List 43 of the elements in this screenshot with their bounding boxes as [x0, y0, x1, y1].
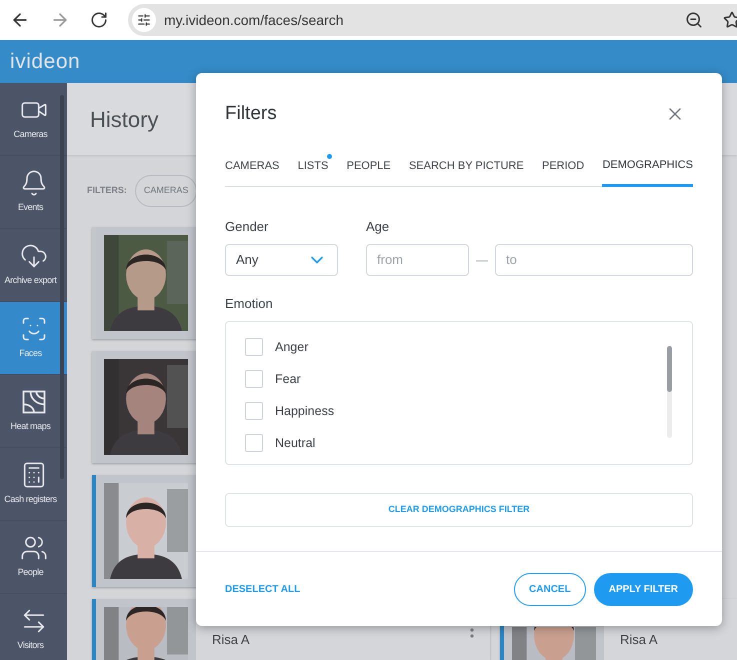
sidebar-label: Cameras [14, 128, 48, 142]
dialog-title: Filters [225, 102, 277, 126]
map-icon [20, 388, 48, 416]
url-text: my.ivideon.com/faces/search [164, 10, 344, 30]
gender-label: Gender [225, 218, 270, 236]
sidebar-label: Faces [19, 347, 43, 360]
option-label: Anger [275, 338, 308, 356]
filter-tab[interactable]: PEOPLE [346, 157, 391, 187]
sidebar-label: Visitors [17, 639, 45, 652]
option-label: Neutral [275, 434, 316, 452]
age-from-field[interactable]: from [366, 244, 469, 276]
address-bar[interactable]: my.ivideon.com/faces/search [128, 4, 737, 36]
sidebar-label: Cash registers [4, 493, 58, 506]
sidebar-label: Heat maps [10, 420, 52, 434]
more-icon[interactable] [470, 628, 474, 640]
option-label: Happiness [275, 402, 334, 420]
range-separator: — [476, 252, 488, 268]
page-title: History [90, 106, 158, 134]
checkbox[interactable] [245, 370, 263, 388]
sidebar-label: Events [18, 201, 44, 214]
zoom-icon[interactable] [685, 11, 703, 29]
filter-tab[interactable]: LISTS [298, 157, 328, 187]
filter-tab[interactable]: PERIOD [542, 157, 584, 187]
bookmark-icon[interactable] [723, 11, 737, 29]
checkbox[interactable] [245, 338, 263, 356]
person-name: Risa A [212, 631, 250, 649]
site-settings-icon[interactable] [137, 13, 151, 27]
filter-tab[interactable]: DEMOGRAPHICS [602, 157, 693, 187]
filter-tab[interactable]: CAMERAS [225, 157, 280, 187]
option-label: Fear [275, 370, 301, 388]
age-to-field[interactable]: to [495, 244, 693, 276]
filter-tab[interactable]: SEARCH BY PICTURE [408, 157, 524, 187]
sidebar-label: People [18, 566, 44, 580]
checkbox[interactable] [245, 402, 263, 420]
sidebar-label: Archive export [4, 274, 58, 288]
gender-select[interactable]: Any [225, 244, 338, 276]
checkbox[interactable] [245, 434, 263, 452]
person-name: Risa A [620, 631, 658, 649]
age-label: Age [366, 218, 390, 236]
reload-icon[interactable] [90, 11, 108, 29]
emotion-label: Emotion [225, 294, 274, 312]
filters-label: FILTERS: [87, 184, 127, 198]
face-scan-icon [20, 315, 48, 344]
